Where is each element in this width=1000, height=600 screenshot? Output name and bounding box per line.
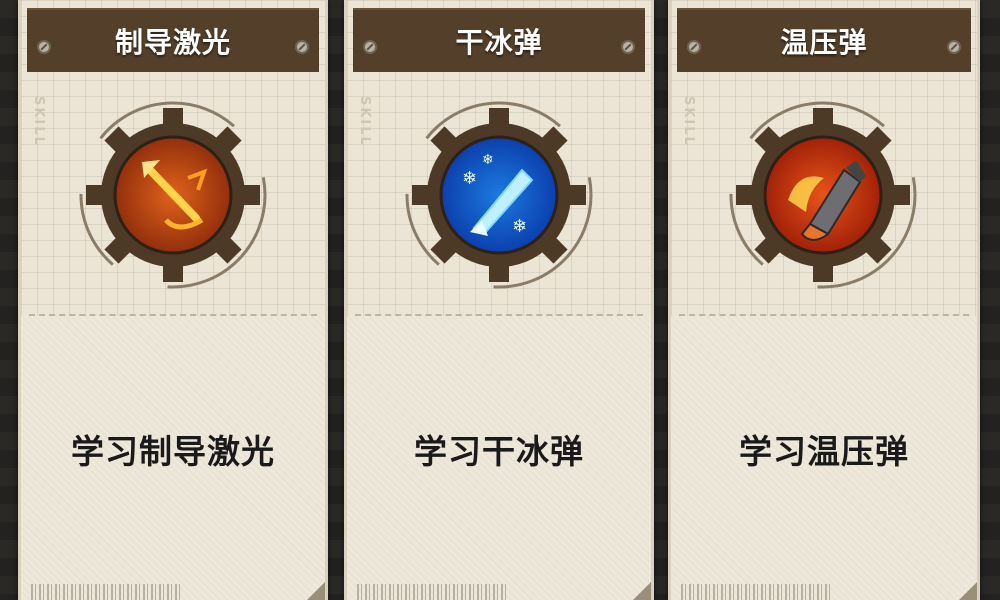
background-gap-1	[326, 0, 344, 600]
card-title-bar: 干冰弹	[353, 8, 645, 72]
learn-skill-button[interactable]: 学习制导激光	[21, 425, 325, 473]
page-corner	[307, 582, 325, 600]
skill-tag: SKILL	[31, 96, 46, 147]
screw-icon	[363, 40, 377, 54]
skill-card-thermobaric-bomb[interactable]: 温压弹 SKILL 学习温压弹	[668, 0, 980, 600]
barcode-decoration	[31, 584, 181, 600]
guided-laser-icon	[78, 100, 268, 290]
card-title-bar: 制导激光	[27, 8, 319, 72]
screw-icon	[37, 40, 51, 54]
svg-text:❄: ❄	[512, 216, 527, 237]
background-gap-2	[654, 0, 668, 600]
dry-ice-bomb-icon: ❄ ❄ ❄	[404, 100, 594, 290]
card-title: 制导激光	[114, 26, 231, 59]
divider	[29, 314, 317, 316]
card-title: 温压弹	[780, 26, 868, 59]
screw-icon	[687, 40, 701, 54]
page-corner	[633, 582, 651, 600]
page-corner	[959, 582, 977, 600]
svg-text:❄: ❄	[462, 168, 477, 189]
svg-text:❄: ❄	[482, 152, 494, 168]
skill-card-dry-ice-bomb[interactable]: 干冰弹 SKILL ❄ ❄ ❄ 学习干冰弹	[344, 0, 654, 600]
screw-icon	[295, 40, 309, 54]
card-title: 干冰弹	[455, 26, 543, 59]
divider	[679, 314, 969, 316]
skill-card-guided-laser[interactable]: 制导激光 SKILL 学习制导激光	[18, 0, 328, 600]
barcode-decoration	[357, 584, 507, 600]
skill-tag: SKILL	[681, 96, 696, 147]
card-title-bar: 温压弹	[677, 8, 971, 72]
learn-skill-button[interactable]: 学习温压弹	[671, 425, 977, 473]
barcode-decoration	[681, 584, 831, 600]
screw-icon	[947, 40, 961, 54]
learn-skill-button[interactable]: 学习干冰弹	[347, 425, 651, 473]
thermobaric-bomb-icon	[728, 100, 918, 290]
screw-icon	[621, 40, 635, 54]
skill-tag: SKILL	[357, 96, 372, 147]
divider	[355, 314, 643, 316]
